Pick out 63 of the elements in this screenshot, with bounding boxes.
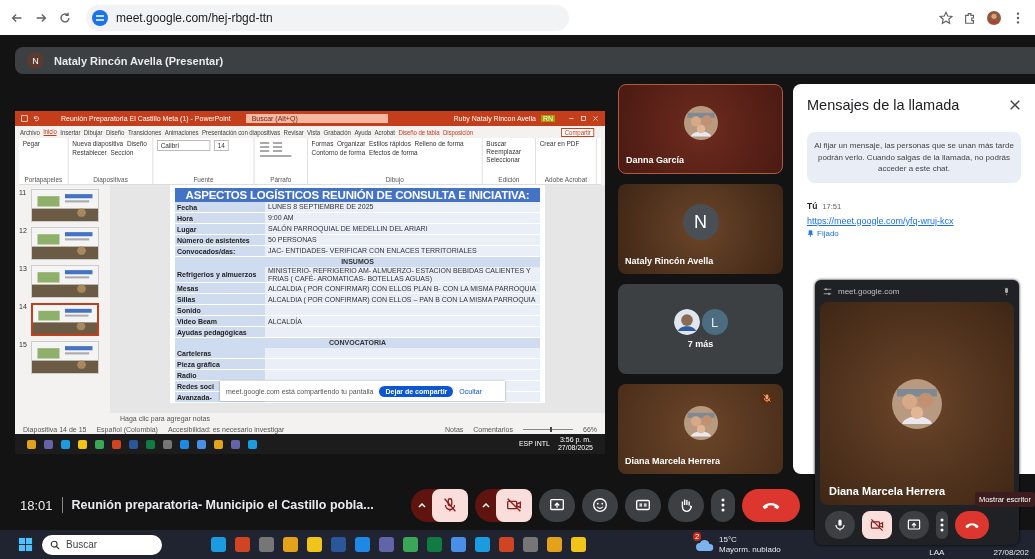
panel-title: Mensajes de la llamada [807,97,960,113]
zoom-slider-thumb[interactable] [550,426,553,432]
presenter-avatar: N [27,52,44,69]
participant-name: Diana Marcela Herrera [829,485,946,497]
cloud-icon [695,537,715,552]
restore-icon[interactable] [580,115,587,122]
save-icon[interactable] [21,115,28,122]
extensions-icon[interactable] [963,10,977,25]
star-icon[interactable] [939,10,953,25]
phone-hangup-icon [964,521,980,529]
leave-call-button[interactable] [741,488,800,522]
meeting-title: Reunión preparatoria- Municipio el Castillo pobla... [71,498,374,512]
message-sender: Tú [807,200,818,211]
clock[interactable]: 27/08/202 [993,548,1029,557]
search-icon [50,539,60,550]
address-bar[interactable]: meet.google.com/hej-rbgd-ttn [86,4,569,31]
smiley-icon [590,496,609,514]
slide-title: ASPECTOS LOGÍSTICOS REUNIÓN DE CONSULTA E INICIATIVA: [175,188,540,202]
slide-thumbnail[interactable] [31,303,99,336]
more-participants-label[interactable]: 7 más [687,339,714,349]
reload-icon[interactable] [58,10,72,25]
more-icon [940,518,944,532]
participant-name: Diana Marcela Herrera [625,456,721,466]
emoji-button[interactable] [581,488,618,522]
present-button[interactable] [899,511,929,539]
camera-off-icon [504,496,523,514]
present-screen-icon [906,517,922,533]
source-label: meet.google.com [838,286,901,296]
site-info-icon[interactable] [92,9,108,26]
weather-label[interactable]: 15°C Mayorm. nublado [719,535,781,554]
windows-start-icon[interactable] [18,537,33,552]
muted-microphone-button[interactable] [431,488,468,522]
close-icon[interactable] [1009,99,1021,111]
caret-icon[interactable] [480,500,491,510]
participant-avatar: L [701,309,728,335]
meeting-time: 18:01 [20,497,53,513]
search-field[interactable]: Buscar [42,534,162,555]
leave-call-button[interactable] [955,511,989,539]
minimize-icon[interactable] [568,115,575,122]
pinned-label: Fijado [817,228,839,238]
camera-off-button[interactable] [862,511,892,539]
microphone-button[interactable] [825,511,855,539]
undo-icon[interactable] [33,115,40,122]
participant-name: Danna García [626,155,685,165]
participant-name: Nataly Rincón Avella [625,256,714,266]
microphone-icon [832,517,848,533]
pin-icon [807,229,814,237]
more-icon [720,498,725,512]
phone-hangup-icon [760,500,781,510]
info-notice: Al fijar un mensaje, las personas que se unan más tarde podrán verlo. Cuando salgas de la llamada, no podrás acceder a este chat. [807,132,1021,183]
present-button[interactable] [538,488,575,522]
raise-hand-button[interactable] [667,488,704,522]
camera-off-icon [869,517,885,533]
settings-icon[interactable] [823,286,832,296]
presenter-label: Nataly Rincón Avella (Presentar) [54,54,224,67]
camera-off-button[interactable] [495,488,532,522]
more-options-button[interactable] [936,511,948,539]
microphone-icon [1002,286,1011,296]
language-indicator[interactable]: LAA [929,548,945,557]
caret-icon[interactable] [416,500,427,510]
participant-avatar: N [682,204,719,240]
message-link[interactable]: https://meet.google.com/yfq-wruj-kcx [807,215,954,226]
captions-button[interactable] [624,488,661,522]
